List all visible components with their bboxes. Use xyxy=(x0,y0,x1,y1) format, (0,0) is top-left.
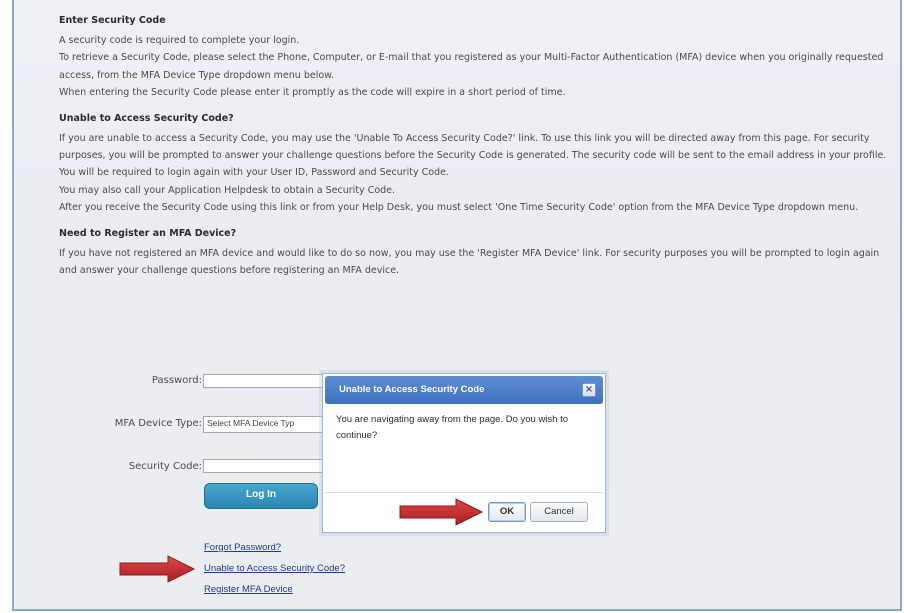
arrow-icon xyxy=(119,555,196,583)
security-code-label: Security Code: xyxy=(128,461,202,472)
section-title-unable: Unable to Access Security Code? xyxy=(59,112,234,124)
section-title-enter: Enter Security Code xyxy=(59,15,166,26)
cancel-button[interactable]: Cancel xyxy=(530,502,588,522)
register-p1: If you have not registered an MFA device… xyxy=(59,247,880,277)
unable-p2: You may also call your Application Helpd… xyxy=(59,184,396,196)
mfa-device-type-select[interactable]: Select MFA Device Typ xyxy=(203,416,323,433)
security-code-input[interactable] xyxy=(203,459,323,473)
enter-p3: When entering the Security Code please e… xyxy=(59,87,566,99)
mfa-device-type-label: MFA Device Type: xyxy=(114,418,202,429)
dialog-divider xyxy=(325,492,603,493)
login-button[interactable]: Log In xyxy=(204,483,318,509)
dialog-header: Unable to Access Security Code × xyxy=(325,376,603,404)
dialog-message: You are navigating away from the page. D… xyxy=(336,414,569,441)
enter-p1: A security code is required to complete … xyxy=(59,35,300,46)
arrow-icon xyxy=(399,498,484,526)
section-title-register: Need to Register an MFA Device? xyxy=(59,227,237,239)
instructions: Enter Security Code A security code is r… xyxy=(59,14,899,279)
enter-p2: To retrieve a Security Code, please sele… xyxy=(59,52,884,81)
password-label: Password: xyxy=(151,375,202,386)
password-input[interactable] xyxy=(203,374,323,388)
close-icon[interactable]: × xyxy=(582,383,596,397)
register-mfa-link[interactable]: Register MFA Device xyxy=(204,584,293,595)
unable-to-access-link[interactable]: Unable to Access Security Code? xyxy=(204,563,345,574)
ok-button[interactable]: OK xyxy=(488,502,526,522)
unable-p1: If you are unable to access a Security C… xyxy=(59,132,887,179)
unable-p3: After you receive the Security Code usin… xyxy=(59,202,859,214)
dialog-title: Unable to Access Security Code xyxy=(339,384,485,395)
forgot-password-link[interactable]: Forgot Password? xyxy=(204,542,281,553)
